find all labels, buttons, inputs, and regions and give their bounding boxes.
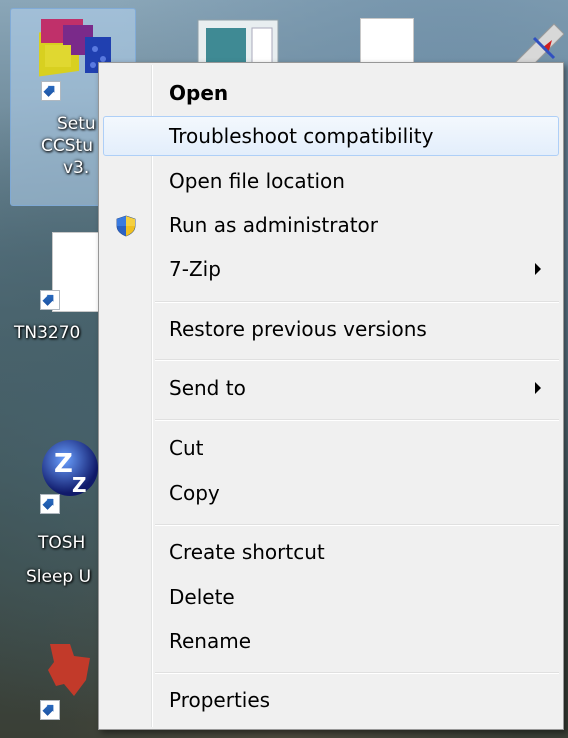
menu-item-label: Delete <box>169 585 235 609</box>
desktop-icon-label: Sleep U <box>26 567 92 587</box>
desktop-icon-label: TN3270 <box>14 323 81 343</box>
menu-item-rename[interactable]: Rename <box>103 621 559 661</box>
menu-item-label: Create shortcut <box>169 540 325 564</box>
svg-text:Z: Z <box>72 473 87 497</box>
desktop-icon-tool[interactable] <box>504 18 565 65</box>
ti-logo-icon <box>48 644 90 696</box>
menu-item-label: Copy <box>169 481 220 505</box>
menu-separator <box>155 524 559 526</box>
menu-item-delete[interactable]: Delete <box>103 577 559 617</box>
desktop-icon-label: Setu <box>57 114 96 134</box>
menu-item-run-as-administrator[interactable]: Run as administrator <box>103 205 559 245</box>
menu-item-cut[interactable]: Cut <box>103 428 559 468</box>
menu-item-label: Restore previous versions <box>169 317 427 341</box>
menu-item-properties[interactable]: Properties <box>103 680 559 720</box>
desktop-icon-ti[interactable] <box>40 640 96 700</box>
menu-item-label: Cut <box>169 436 204 460</box>
desktop-icon-label: v3. <box>63 158 90 178</box>
menu-item-label: Properties <box>169 688 271 712</box>
menu-item-copy[interactable]: Copy <box>103 473 559 513</box>
shortcut-arrow-icon <box>40 700 60 720</box>
menu-item-label: Send to <box>169 376 246 400</box>
menu-item-label: Open file location <box>169 169 345 193</box>
menu-separator <box>155 419 559 421</box>
menu-item-7-zip[interactable]: 7-Zip <box>103 249 559 289</box>
draw-tool-icon <box>512 23 565 65</box>
menu-item-open[interactable]: Open <box>103 73 559 113</box>
menu-item-label: Troubleshoot compatibility <box>169 124 434 148</box>
shortcut-arrow-icon <box>40 494 60 514</box>
submenu-arrow-icon <box>535 382 541 394</box>
menu-item-send-to[interactable]: Send to <box>103 368 559 408</box>
menu-item-open-file-location[interactable]: Open file location <box>103 161 559 201</box>
uac-shield-icon <box>116 215 136 237</box>
menu-item-restore-previous-versions[interactable]: Restore previous versions <box>103 309 559 349</box>
context-menu: Open Troubleshoot compatibility Open fil… <box>98 62 564 730</box>
desktop-icon-monitor[interactable] <box>196 14 280 65</box>
menu-separator <box>155 301 559 303</box>
svg-text:Z: Z <box>54 449 73 479</box>
monitor-icon <box>197 19 279 65</box>
menu-item-create-shortcut[interactable]: Create shortcut <box>103 532 559 572</box>
menu-item-label: Rename <box>169 629 252 653</box>
menu-separator <box>155 672 559 674</box>
submenu-arrow-icon <box>535 263 541 275</box>
shortcut-arrow-icon <box>40 290 60 310</box>
blank-document-icon[interactable] <box>360 18 414 66</box>
desktop-icon-label: CCStu <box>41 136 93 156</box>
menu-separator <box>155 359 559 361</box>
menu-item-troubleshoot-compatibility[interactable]: Troubleshoot compatibility <box>103 116 559 156</box>
menu-item-label: Run as administrator <box>169 213 379 237</box>
menu-item-label: Open <box>169 81 229 105</box>
desktop-icon-label: TOSH <box>38 533 86 553</box>
menu-item-label: 7-Zip <box>169 257 221 281</box>
shortcut-arrow-icon <box>41 81 61 101</box>
